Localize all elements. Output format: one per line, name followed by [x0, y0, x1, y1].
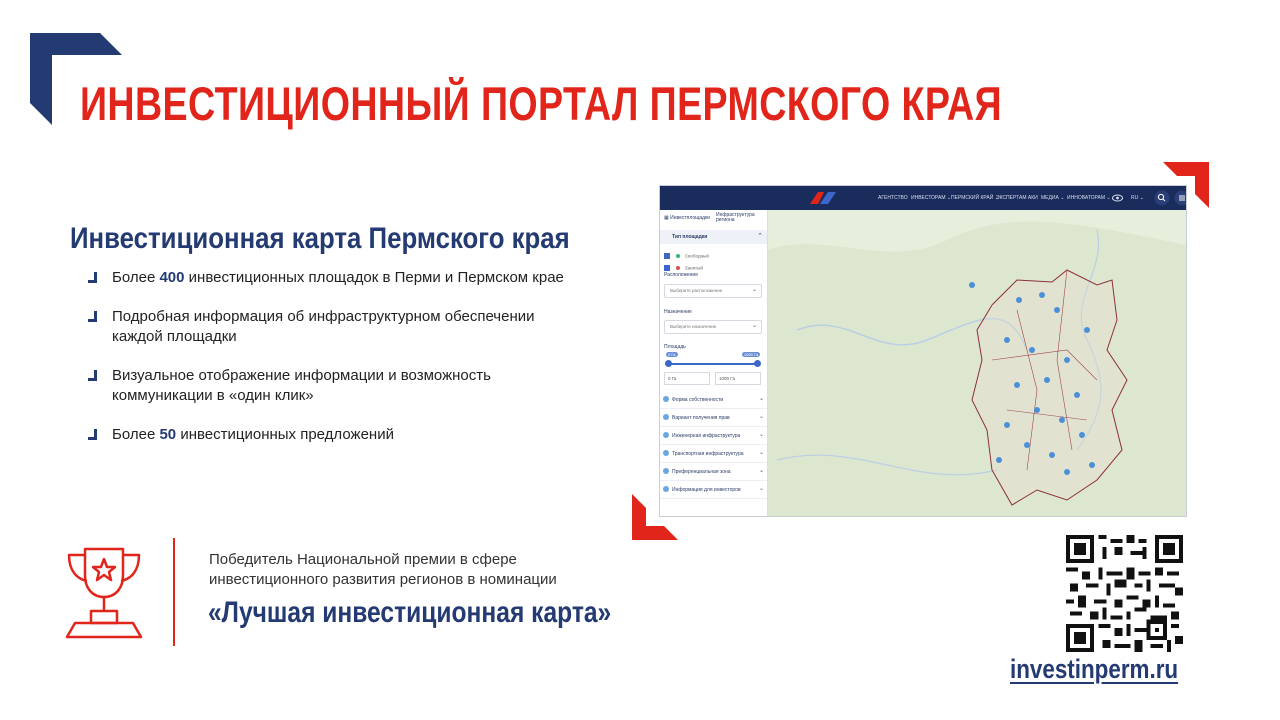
location-select[interactable]: Выберите расположение ⌄	[664, 284, 762, 298]
checkbox-free-label: Свободный	[684, 253, 709, 259]
section-ownership[interactable]: Форма собственности ⌄	[660, 391, 767, 409]
section-engineering[interactable]: Инженерная инфраструктура ⌄	[660, 427, 767, 445]
menu-icon[interactable]	[1174, 190, 1186, 206]
purpose-select[interactable]: Выберите назначение ⌄	[664, 320, 762, 334]
bullet-highlight: 50	[159, 426, 177, 443]
agency-logo-icon	[810, 192, 836, 204]
bullet-corner-icon	[88, 370, 97, 381]
area-max-value: 1000 Га	[719, 376, 735, 381]
status-dot-icon	[676, 253, 681, 258]
map-screenshot: АГЕНТСТВО ИНВЕСТОРАМ ⌄ ПЕРМСКИЙ КРАЙ ⌄ Э…	[660, 186, 1186, 516]
bullet-text: Более	[112, 426, 160, 443]
section-label: Преференциальная зона	[672, 469, 731, 475]
chevron-up-icon: ⌃	[757, 233, 763, 240]
filter-header[interactable]: Тип площадки ⌃	[660, 230, 767, 244]
map-topbar: АГЕНТСТВО ИНВЕСТОРАМ ⌄ ПЕРМСКИЙ КРАЙ ⌄ Э…	[660, 186, 1186, 210]
section-title: Инвестиционная карта Пермского края	[70, 222, 570, 255]
area-min-value: 0 Га	[668, 376, 677, 381]
award-name: «Лучшая инвестиционная карта»	[208, 596, 612, 629]
map-sidebar: ▦ Инвестплощадки Инфраструктура региона …	[660, 210, 768, 516]
filter-header-label: Тип площадки	[672, 234, 708, 240]
area-max-input[interactable]: 1000 Га	[715, 372, 761, 385]
chevron-down-icon: ⌄	[751, 323, 757, 329]
status-dot-icon	[676, 265, 681, 270]
section-icon	[663, 432, 669, 438]
tab-invest-sites-label: Инвестплощадки	[670, 215, 710, 221]
area-max-badge: 1000 Га	[742, 352, 761, 357]
checkbox-occupied-label: Занятый	[684, 265, 703, 271]
chevron-down-icon: ⌄	[751, 287, 757, 293]
bullet-corner-icon	[88, 311, 97, 322]
eye-icon[interactable]	[1112, 194, 1123, 202]
chevron-down-icon: ⌄	[758, 468, 764, 474]
area-slider-handle-min[interactable]	[665, 360, 672, 367]
purpose-placeholder: Выберите назначение	[670, 324, 717, 329]
nav-item-agency[interactable]: АГЕНТСТВО	[878, 195, 908, 201]
bullet-highlight: 400	[159, 269, 185, 286]
nav-item-language[interactable]: RU ⌄	[1131, 195, 1144, 201]
search-icon[interactable]	[1154, 190, 1170, 206]
nav-item-perm-region[interactable]: ПЕРМСКИЙ КРАЙ ⌄	[951, 195, 999, 201]
section-icon	[663, 468, 669, 474]
trophy-icon	[65, 547, 143, 639]
checkbox-icon	[664, 264, 670, 271]
section-label: Транспортная инфраструктура	[672, 451, 744, 457]
section-label: Форма собственности	[672, 397, 724, 403]
bullet-text: инвестиционных предложений	[176, 426, 394, 443]
area-min-badge: 0 Га	[666, 352, 678, 357]
purpose-label: Назначение	[664, 309, 692, 315]
section-label: Инженерная инфраструктура	[672, 433, 741, 439]
award-divider	[173, 538, 175, 646]
qr-code	[1066, 535, 1183, 652]
section-icon	[663, 450, 669, 456]
section-label: Информация для инвесторов	[672, 487, 741, 493]
location-label: Расположение	[664, 272, 698, 278]
nav-item-investors[interactable]: ИНВЕСТОРАМ ⌄	[911, 195, 951, 201]
slide-title: ИНВЕСТИЦИОННЫЙ ПОРТАЛ ПЕРМСКОГО КРАЯ	[80, 77, 1003, 130]
award-text: Победитель Национальной премии в сфере и…	[209, 551, 557, 588]
chevron-down-icon: ⌄	[758, 486, 764, 492]
section-icon	[663, 486, 669, 492]
checkbox-icon	[664, 252, 670, 259]
bullet-text: Визуальное отображение информации и возм…	[112, 367, 491, 404]
tab-region-infrastructure[interactable]: Инфраструктура региона	[716, 213, 764, 223]
nav-item-experts[interactable]: ЭКСПЕРТАМ АКИ	[996, 195, 1038, 201]
section-label: Вариант получения прав	[672, 415, 730, 421]
nav-item-media[interactable]: МЕДИА ⌄	[1041, 195, 1064, 201]
section-investor-info[interactable]: Информация для инвесторов ⌄	[660, 481, 767, 499]
area-min-input[interactable]: 0 Га	[664, 372, 710, 385]
nav-item-innovators[interactable]: ИННОВАТОРАМ ⌄	[1067, 195, 1111, 201]
bullet-text: Более	[112, 269, 160, 286]
bullet-text: инвестиционных площадок в Перми и Пермск…	[184, 269, 564, 286]
section-icon	[663, 396, 669, 402]
bullet-text: Подробная информация об инфраструктурном…	[112, 308, 535, 345]
bullet-corner-icon	[88, 429, 97, 440]
location-placeholder: Выберите расположение	[670, 288, 723, 293]
chevron-down-icon: ⌄	[758, 396, 764, 402]
section-transport[interactable]: Транспортная инфраструктура ⌄	[660, 445, 767, 463]
bullet-item: Более 50 инвестиционных предложений	[88, 425, 608, 445]
chevron-down-icon: ⌄	[758, 450, 764, 456]
bullet-corner-icon	[88, 272, 97, 283]
area-slider-handle-max[interactable]	[754, 360, 761, 367]
bullet-item: Более 400 инвестиционных площадок в Перм…	[88, 268, 608, 288]
area-slider-track[interactable]	[668, 363, 758, 365]
chevron-down-icon: ⌄	[758, 414, 764, 420]
bullet-list: Более 400 инвестиционных площадок в Перм…	[88, 268, 608, 464]
bullet-item: Визуальное отображение информации и возм…	[88, 366, 608, 406]
section-rights[interactable]: Вариант получения прав ⌄	[660, 409, 767, 427]
site-link[interactable]: investinperm.ru	[1010, 654, 1178, 685]
map-background	[767, 210, 1186, 516]
bullet-item: Подробная информация об инфраструктурном…	[88, 307, 608, 347]
area-label: Площадь	[664, 344, 686, 350]
section-preferential-zone[interactable]: Преференциальная зона ⌄	[660, 463, 767, 481]
tab-invest-sites[interactable]: ▦ Инвестплощадки	[664, 215, 710, 221]
chevron-down-icon: ⌄	[758, 432, 764, 438]
section-icon	[663, 414, 669, 420]
